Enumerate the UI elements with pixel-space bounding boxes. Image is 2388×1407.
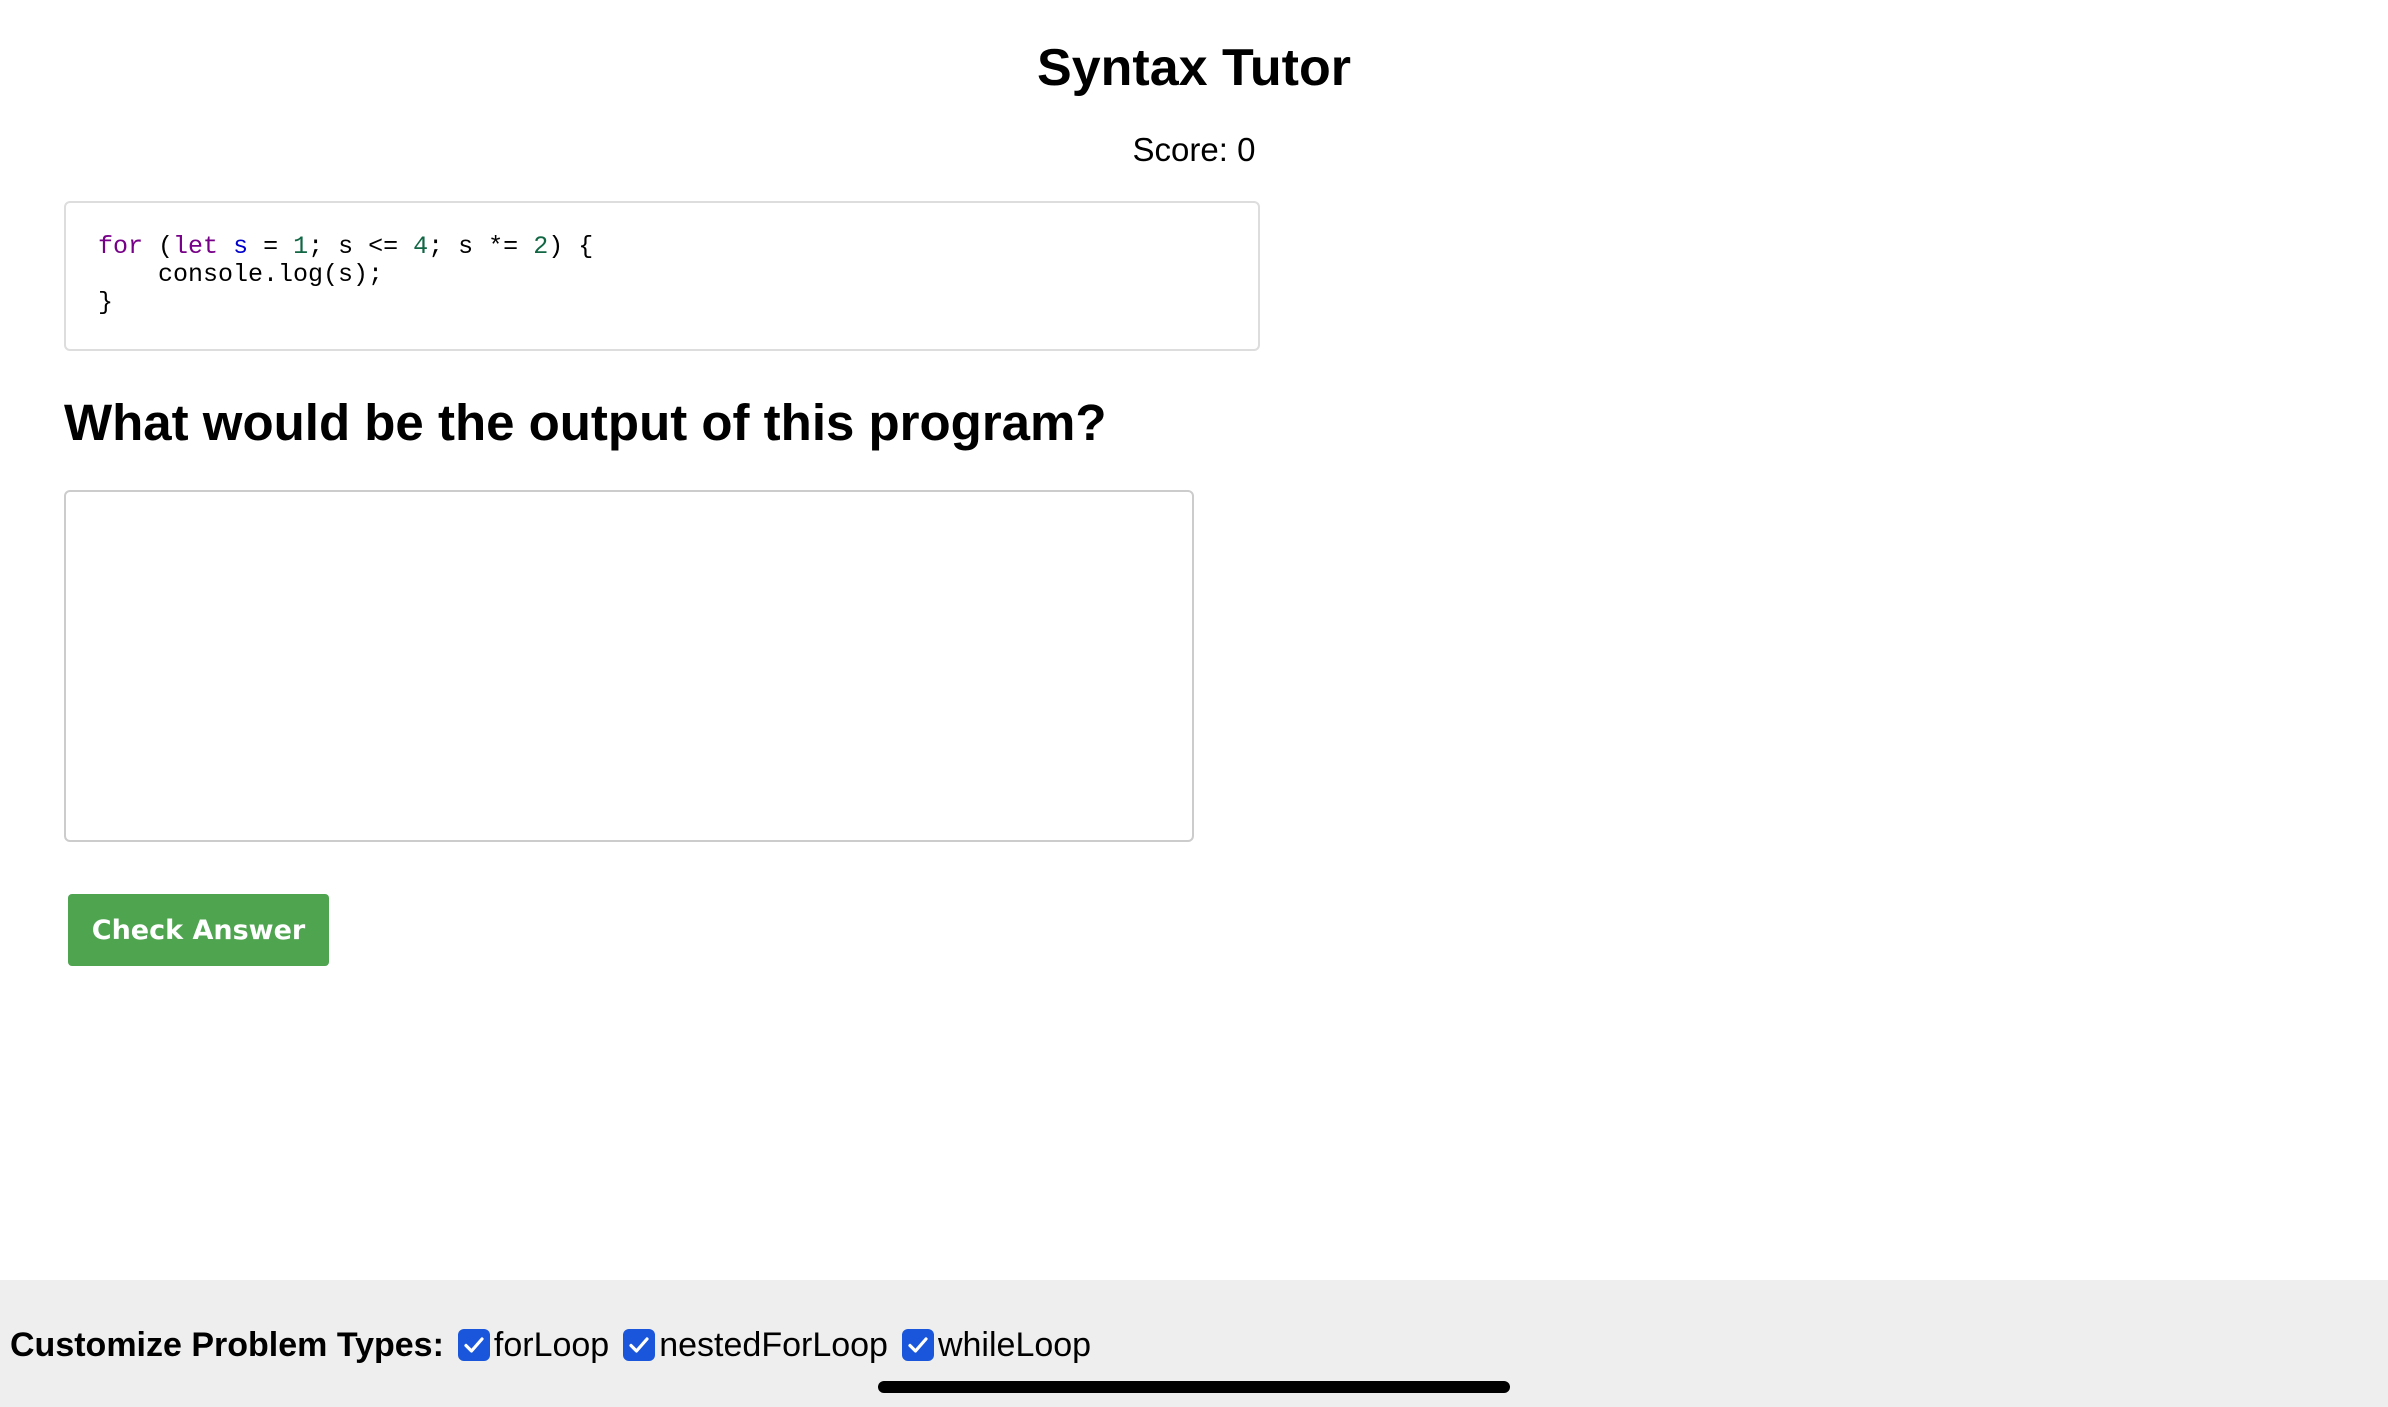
option-label-whileloop: whileLoop	[937, 1325, 1092, 1364]
code-line-3: }	[98, 288, 114, 317]
checkbox-whileloop[interactable]	[901, 1329, 934, 1361]
code-keyword-for: for	[98, 232, 144, 261]
checkmark-icon	[464, 1337, 484, 1353]
code-punct: ; s <=	[308, 232, 414, 261]
option-label-nestedforloop: nestedForLoop	[659, 1325, 888, 1364]
problem-types-row: Customize Problem Types: forLoop nestedF…	[10, 1322, 1105, 1368]
option-label-forloop: forLoop	[493, 1325, 610, 1364]
code-number: 2	[533, 232, 549, 261]
code-text: for (let s = 1; s <= 4; s *= 2) { consol…	[98, 233, 1226, 317]
code-punct: =	[248, 232, 294, 261]
code-variable-s: s	[233, 232, 249, 261]
code-punct: (	[143, 232, 174, 261]
checkbox-forloop[interactable]	[457, 1329, 490, 1361]
checkbox-nestedforloop[interactable]	[623, 1329, 656, 1361]
question-heading: What would be the output of this program…	[64, 394, 1107, 451]
code-line-2: console.log(s);	[98, 260, 384, 289]
option-nestedforloop[interactable]: nestedForLoop	[623, 1326, 888, 1365]
option-forloop[interactable]: forLoop	[457, 1325, 610, 1365]
page: Syntax Tutor Score: 0 for (let s = 1; s …	[0, 0, 2388, 1407]
answer-textarea[interactable]	[64, 490, 1194, 842]
option-whileloop[interactable]: whileLoop	[901, 1325, 1092, 1365]
page-title: Syntax Tutor	[1037, 39, 1351, 97]
code-punct: ; s *=	[428, 232, 534, 261]
code-keyword-let: let	[173, 232, 219, 261]
code-number: 4	[413, 232, 429, 261]
problem-types-label: Customize Problem Types:	[10, 1325, 444, 1364]
checkmark-icon	[629, 1337, 649, 1353]
check-answer-button[interactable]: Check Answer	[68, 894, 329, 966]
code-number: 1	[293, 232, 309, 261]
code-punct: ) {	[548, 232, 594, 261]
code-block: for (let s = 1; s <= 4; s *= 2) { consol…	[64, 201, 1260, 351]
checkmark-icon	[908, 1337, 928, 1353]
score-display: Score: 0	[1132, 131, 1256, 168]
home-indicator[interactable]	[878, 1381, 1510, 1393]
